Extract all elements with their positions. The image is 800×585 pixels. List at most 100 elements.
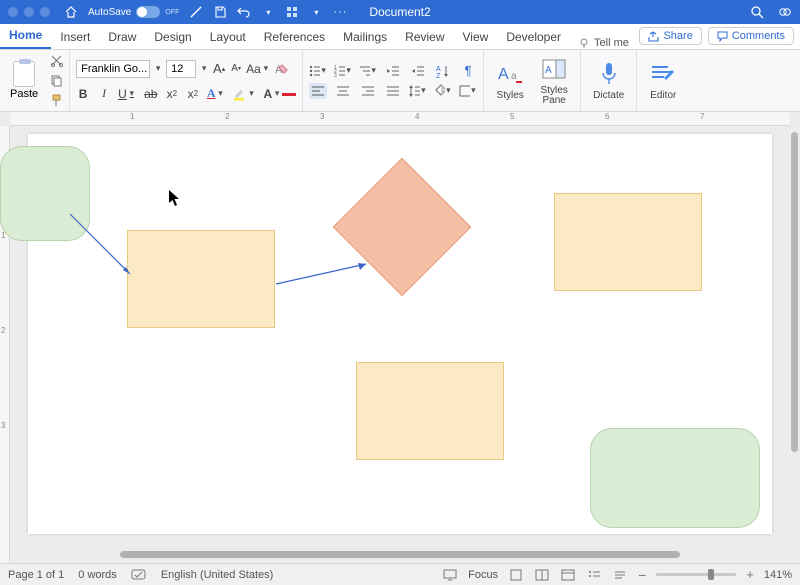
traffic-close[interactable] (8, 7, 18, 17)
shading-icon[interactable]: ▾ (434, 83, 452, 99)
connector-arrow[interactable] (274, 260, 374, 290)
undo-icon[interactable] (237, 5, 251, 19)
editor-icon (649, 60, 677, 88)
zoom-out-button[interactable]: − (638, 567, 646, 583)
clear-format-icon[interactable]: A (274, 61, 288, 77)
tab-view[interactable]: View (454, 25, 498, 49)
decrease-font-icon[interactable]: A▾ (229, 61, 243, 77)
web-layout-icon[interactable] (560, 568, 576, 582)
change-case-icon[interactable]: Aa▾ (246, 61, 271, 77)
tell-me[interactable]: Tell me (578, 37, 629, 49)
numbering-icon[interactable]: 123▾ (334, 63, 352, 79)
underline-button[interactable]: U▾ (118, 86, 137, 102)
tab-draw[interactable]: Draw (99, 25, 145, 49)
save-icon[interactable] (213, 5, 227, 19)
font-name-select[interactable]: Franklin Go... (76, 60, 150, 78)
increase-font-icon[interactable]: A▴ (212, 61, 226, 77)
dictate-button[interactable]: Dictate (587, 60, 630, 101)
status-words[interactable]: 0 words (78, 569, 117, 581)
traffic-zoom[interactable] (40, 7, 50, 17)
tab-review[interactable]: Review (396, 25, 453, 49)
share-button[interactable]: Share (639, 27, 701, 45)
font-size-select[interactable]: 12 (166, 60, 196, 78)
cut-icon[interactable] (49, 54, 63, 68)
align-left-icon[interactable] (309, 83, 327, 99)
document-page[interactable] (28, 134, 772, 534)
line-spacing-icon[interactable]: ▾ (409, 83, 427, 99)
more-icon[interactable]: ··· (333, 5, 347, 19)
increase-indent-icon[interactable] (409, 63, 427, 79)
editor-button[interactable]: Editor (643, 60, 683, 101)
strikethrough-button[interactable]: ab (144, 86, 158, 102)
chevron-down-icon[interactable]: ▾ (261, 5, 275, 19)
read-mode-icon[interactable] (534, 568, 550, 582)
display-settings-icon[interactable] (442, 568, 458, 582)
comments-button[interactable]: Comments (708, 27, 794, 45)
autosave-toggle[interactable]: AutoSave OFF (88, 6, 179, 18)
tab-design[interactable]: Design (145, 25, 200, 49)
subscript-button[interactable]: x2 (165, 86, 179, 102)
sort-icon[interactable]: AZ (434, 63, 452, 79)
connector-arrow[interactable] (68, 212, 138, 284)
chevron-down-icon[interactable]: ▾ (309, 5, 323, 19)
zoom-level[interactable]: 141% (764, 569, 792, 581)
search-icon[interactable] (750, 5, 764, 19)
svg-text:A: A (545, 65, 552, 76)
traffic-minimize[interactable] (24, 7, 34, 17)
shape-rect[interactable] (356, 362, 504, 460)
italic-button[interactable]: I (97, 86, 111, 102)
tab-mailings[interactable]: Mailings (334, 25, 396, 49)
status-page[interactable]: Page 1 of 1 (8, 569, 64, 581)
font-color-button[interactable]: A▾ (263, 86, 296, 102)
chevron-down-icon[interactable]: ▾ (199, 63, 209, 74)
align-center-icon[interactable] (334, 83, 352, 99)
zoom-slider[interactable] (656, 573, 736, 576)
bold-button[interactable]: B (76, 86, 90, 102)
scrollbar-horizontal[interactable] (120, 551, 740, 558)
print-layout-icon[interactable] (508, 568, 524, 582)
tab-home[interactable]: Home (0, 23, 51, 49)
scrollbar-vertical[interactable] (791, 132, 798, 533)
tab-references[interactable]: References (255, 25, 334, 49)
styles-pane-button[interactable]: A Styles Pane (534, 56, 574, 106)
shape-rounded-rect[interactable] (590, 428, 760, 528)
align-right-icon[interactable] (359, 83, 377, 99)
decrease-indent-icon[interactable] (384, 63, 402, 79)
tab-insert[interactable]: Insert (51, 25, 99, 49)
styles-button[interactable]: Aa Styles (490, 60, 530, 101)
status-language[interactable]: English (United States) (161, 569, 274, 581)
tab-layout[interactable]: Layout (201, 25, 255, 49)
justify-icon[interactable] (384, 83, 402, 99)
tab-developer[interactable]: Developer (497, 25, 570, 49)
diag-line-icon[interactable] (189, 5, 203, 19)
paste-button[interactable]: Paste (6, 59, 42, 102)
outline-icon[interactable] (586, 568, 602, 582)
comment-icon (717, 31, 728, 42)
bullets-icon[interactable]: ▾ (309, 63, 327, 79)
sync-icon[interactable] (778, 5, 792, 19)
focus-label[interactable]: Focus (468, 569, 498, 581)
shape-rect[interactable] (127, 230, 275, 328)
home-icon[interactable] (64, 5, 78, 19)
superscript-button[interactable]: x2 (186, 86, 200, 102)
zoom-in-button[interactable]: + (746, 567, 754, 582)
format-painter-icon[interactable] (49, 94, 63, 108)
ruler-horizontal[interactable]: 1 2 3 4 5 6 7 (10, 112, 790, 126)
spellcheck-icon[interactable] (131, 568, 147, 582)
chevron-down-icon[interactable]: ▾ (153, 63, 163, 74)
tell-me-label: Tell me (594, 37, 629, 49)
draft-icon[interactable] (612, 568, 628, 582)
borders-icon[interactable]: ▾ (459, 83, 477, 99)
highlight-button[interactable]: ▾ (232, 86, 256, 102)
grid-icon[interactable] (285, 5, 299, 19)
copy-icon[interactable] (49, 74, 63, 88)
paste-label: Paste (10, 88, 38, 100)
pilcrow-icon[interactable]: ¶ (459, 63, 477, 79)
text-effects-button[interactable]: A▾ (207, 86, 226, 102)
slider-knob[interactable] (708, 569, 714, 580)
ruler-tick: 2 (225, 112, 229, 121)
scrollbar-thumb[interactable] (791, 132, 798, 452)
multilevel-icon[interactable]: ▾ (359, 63, 377, 79)
shape-rect[interactable] (554, 193, 702, 291)
scrollbar-thumb[interactable] (120, 551, 680, 558)
